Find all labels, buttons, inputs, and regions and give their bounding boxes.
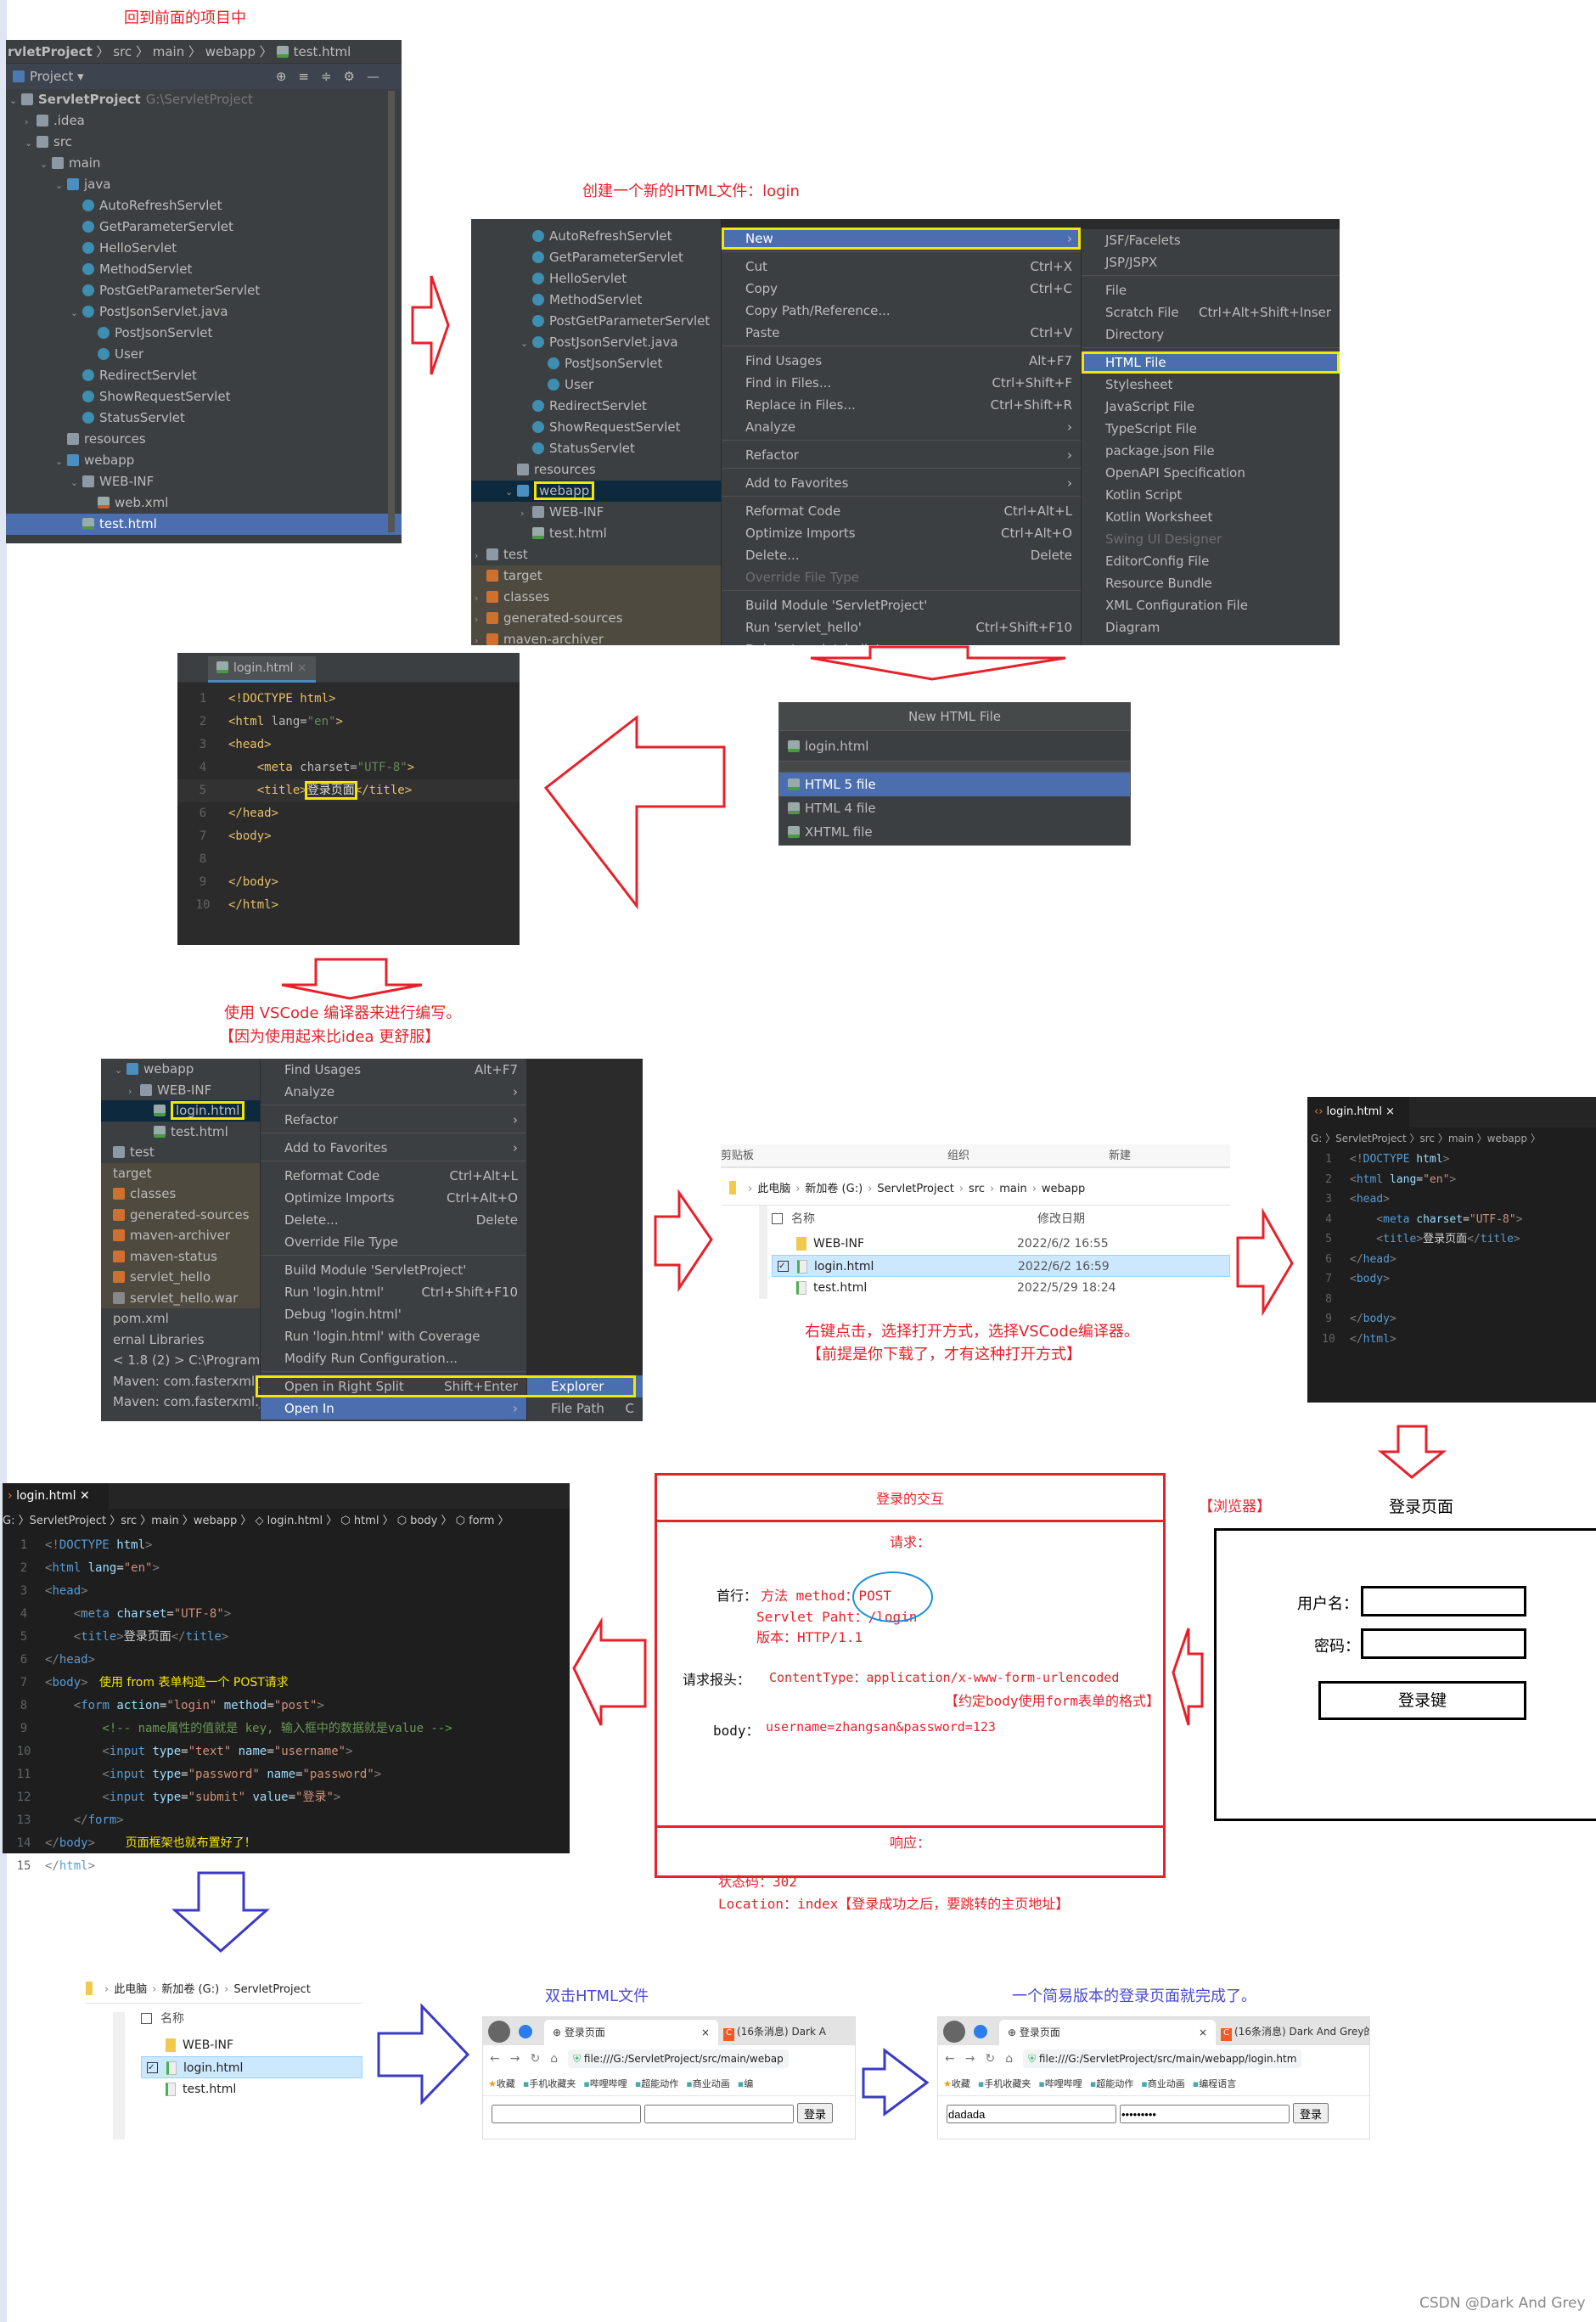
arrow-down-icon — [281, 958, 423, 1000]
arrow-left-icon — [572, 1616, 647, 1726]
arrow-right-icon — [377, 2003, 470, 2106]
arrow-right-icon — [1236, 1207, 1294, 1317]
arrows-layer — [171, 275, 1447, 2117]
arrow-down-icon — [171, 1871, 270, 1954]
arrow-down-icon — [1377, 1425, 1447, 1479]
arrow-right-icon — [411, 275, 450, 375]
arrow-left-icon — [543, 714, 726, 910]
arrow-right-icon — [862, 2047, 930, 2117]
arrow-right-icon — [654, 1189, 713, 1292]
arrow-down-icon — [810, 645, 1066, 681]
arrow-left-icon — [1172, 1628, 1204, 1726]
